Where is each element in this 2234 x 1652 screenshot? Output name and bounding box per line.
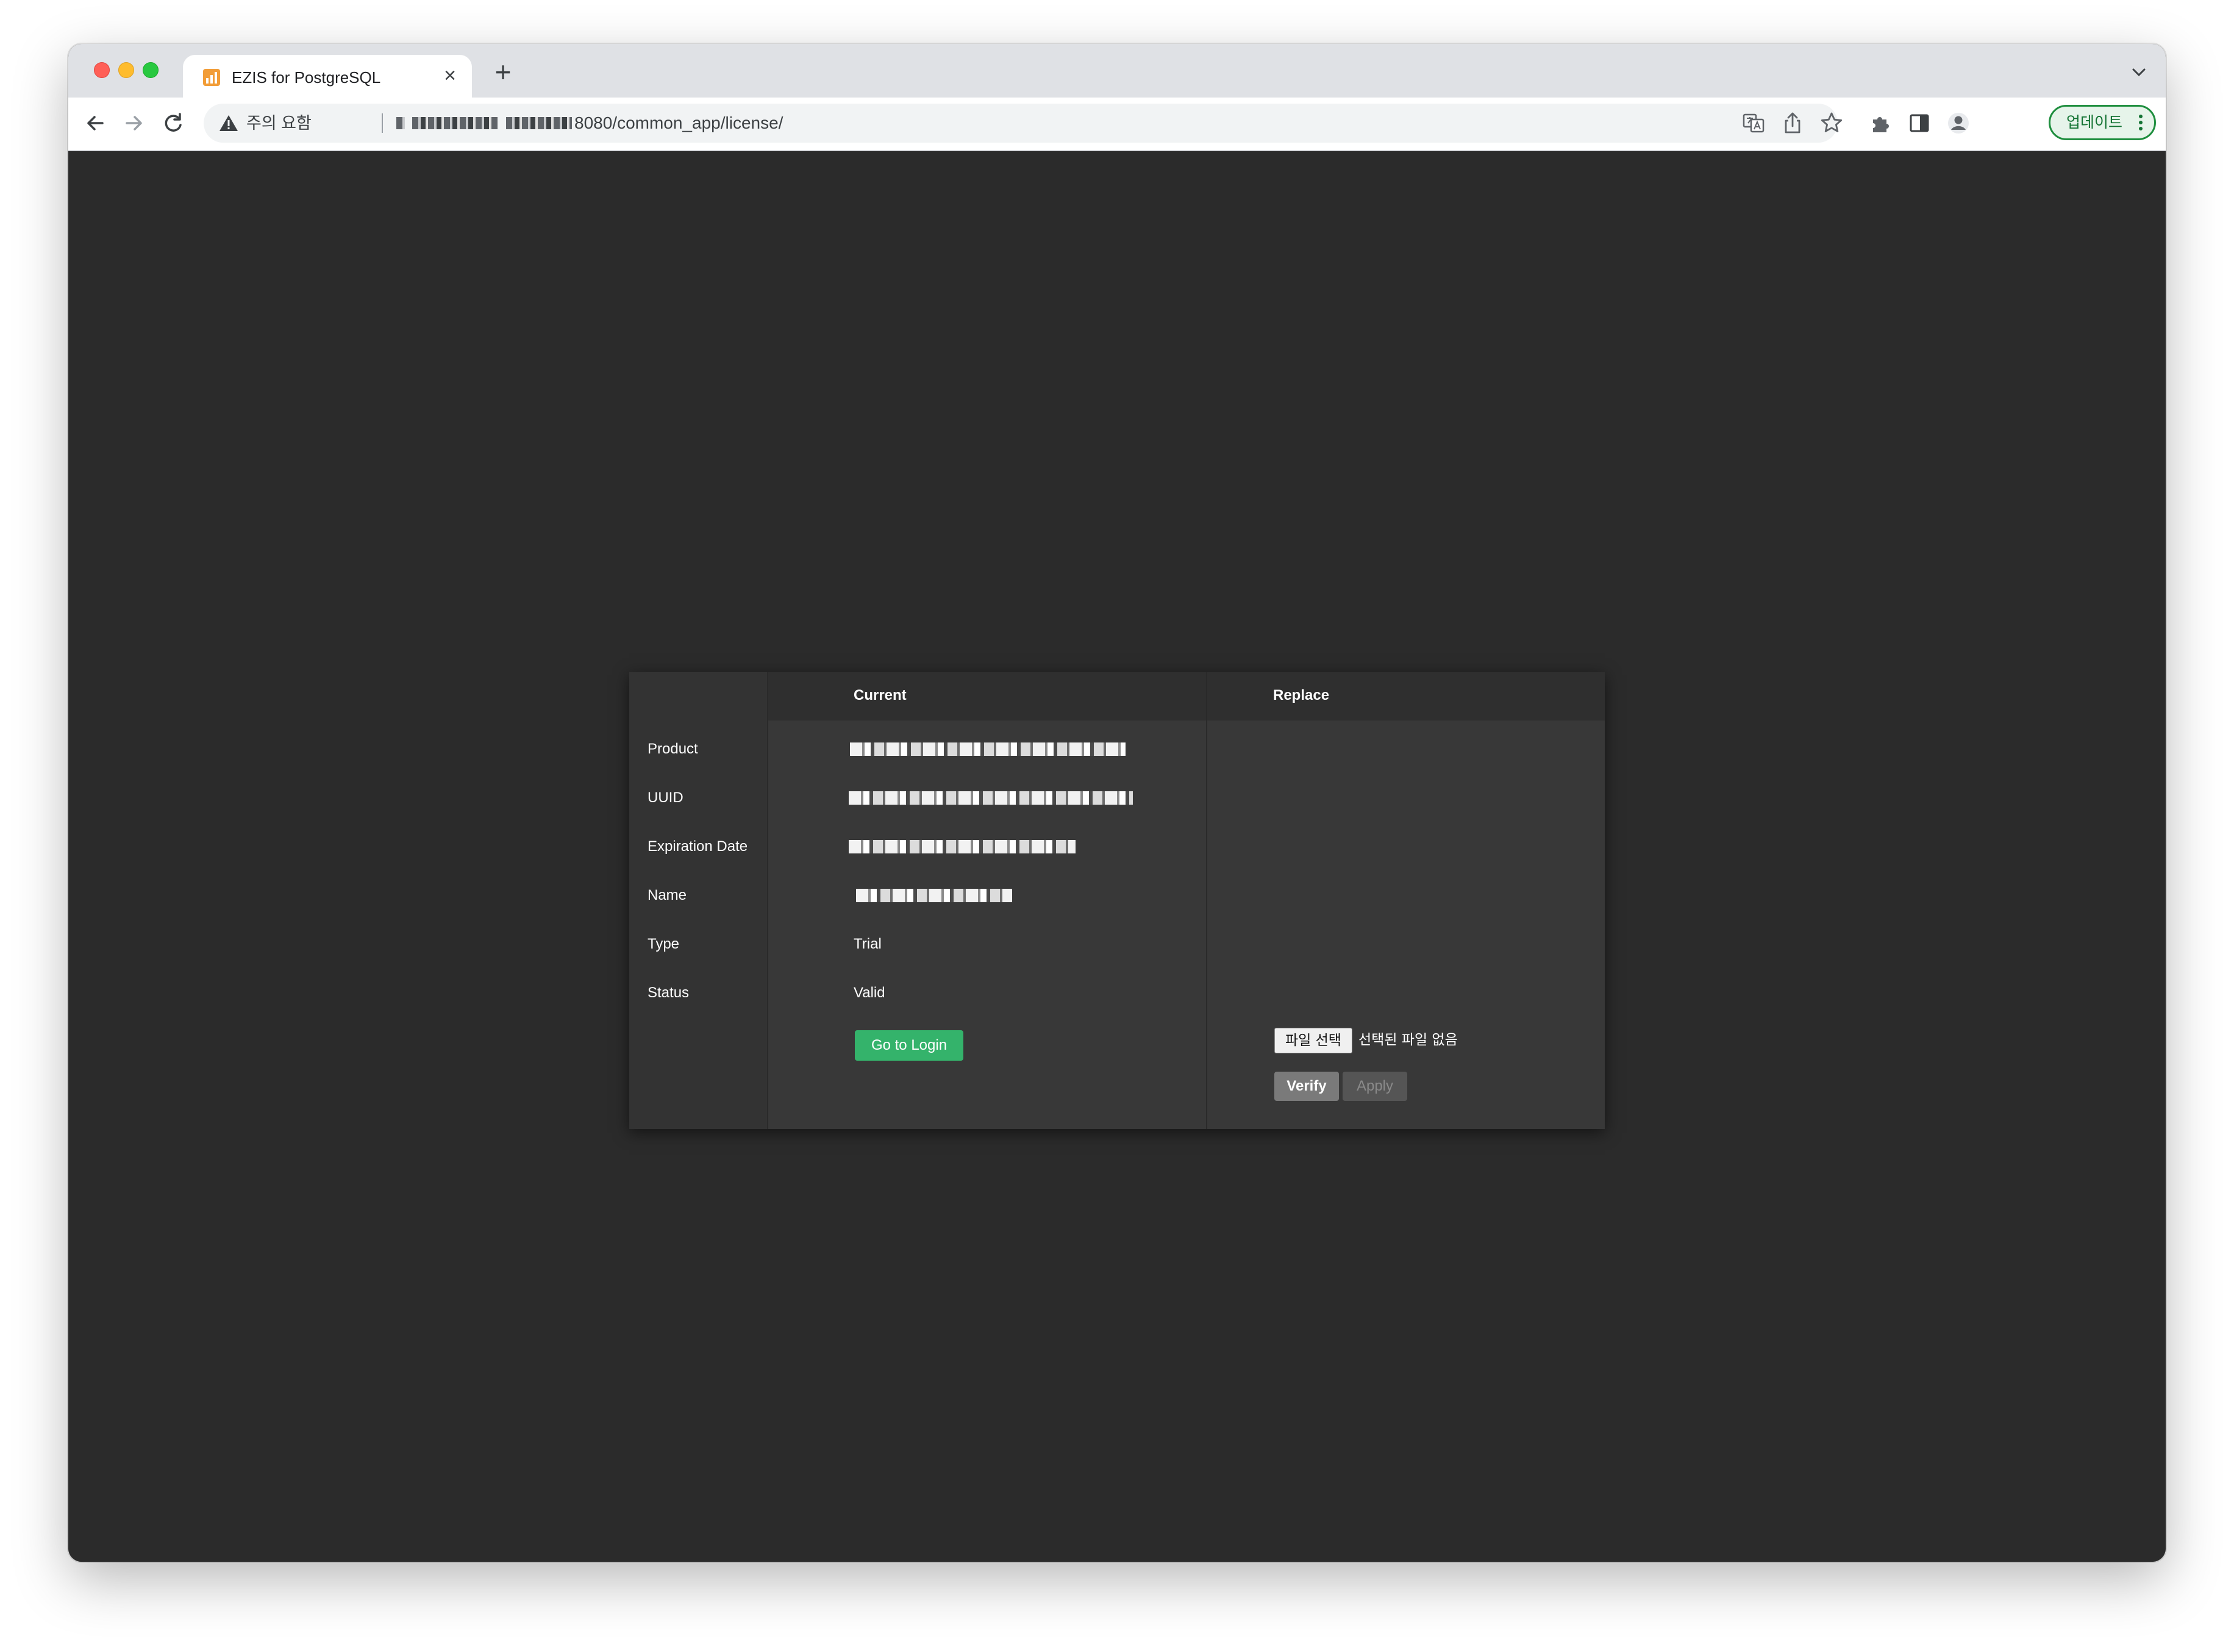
share-icon[interactable] bbox=[1780, 111, 1805, 135]
side-panel-icon[interactable] bbox=[1907, 111, 1932, 135]
header-current: Current bbox=[854, 687, 907, 703]
label-product: Product bbox=[648, 741, 698, 757]
close-window-button[interactable] bbox=[94, 62, 110, 78]
extensions-puzzle-icon[interactable] bbox=[1868, 111, 1893, 135]
bookmark-star-icon[interactable] bbox=[1819, 111, 1844, 135]
value-uuid-redacted bbox=[849, 791, 1133, 805]
url-path: 8080/common_app/license/ bbox=[574, 113, 783, 132]
label-expiration-date: Expiration Date bbox=[648, 838, 748, 855]
label-type: Type bbox=[648, 936, 680, 952]
browser-toolbar: 주의 요함 8080/common_app/license/ 업데이트 bbox=[68, 98, 2166, 151]
new-tab-button[interactable]: + bbox=[489, 58, 517, 87]
value-type: Trial bbox=[854, 936, 882, 952]
kebab-menu-icon bbox=[2139, 115, 2143, 130]
omnibox-divider bbox=[382, 113, 383, 133]
license-table-header bbox=[629, 672, 1605, 721]
value-status: Valid bbox=[854, 984, 885, 1001]
profile-avatar-icon[interactable] bbox=[1946, 111, 1971, 135]
go-to-login-button[interactable]: Go to Login bbox=[855, 1030, 963, 1061]
apply-button[interactable]: Apply bbox=[1343, 1072, 1407, 1101]
verify-button[interactable]: Verify bbox=[1274, 1072, 1339, 1101]
value-name-redacted bbox=[856, 889, 1012, 902]
tab-search-chevron-icon[interactable] bbox=[2127, 60, 2151, 84]
warning-triangle-icon bbox=[219, 115, 238, 131]
tab-close-icon[interactable]: × bbox=[439, 65, 461, 87]
reload-icon[interactable] bbox=[160, 110, 187, 137]
value-product-redacted bbox=[850, 742, 1126, 756]
address-bar[interactable]: 주의 요함 8080/common_app/license/ bbox=[204, 104, 1838, 143]
security-warning-label[interactable]: 주의 요함 bbox=[246, 112, 312, 134]
forward-arrow-icon[interactable] bbox=[121, 110, 148, 137]
page-viewport: Current Replace Product UUID Expiration … bbox=[68, 151, 2166, 1562]
redacted-host bbox=[506, 117, 572, 129]
back-arrow-icon[interactable] bbox=[82, 110, 109, 137]
label-status: Status bbox=[648, 984, 690, 1001]
redacted-host bbox=[396, 117, 405, 129]
header-replace: Replace bbox=[1273, 687, 1330, 703]
update-label: 업데이트 bbox=[2066, 114, 2123, 131]
no-file-selected-label: 선택된 파일 없음 bbox=[1358, 1032, 1458, 1048]
label-name: Name bbox=[648, 887, 687, 903]
value-expiration-date-redacted bbox=[849, 840, 1076, 853]
choose-file-button[interactable]: 파일 선택 bbox=[1274, 1028, 1352, 1053]
column-divider bbox=[1206, 672, 1207, 1129]
minimize-window-button[interactable] bbox=[118, 62, 134, 78]
translate-icon[interactable] bbox=[1741, 111, 1766, 135]
browser-tab[interactable]: EZIS for PostgreSQL × bbox=[183, 55, 472, 98]
zoom-window-button[interactable] bbox=[143, 62, 159, 78]
browser-window: EZIS for PostgreSQL × + 주의 요함 8080/commo… bbox=[68, 44, 2166, 1562]
redacted-host bbox=[412, 117, 498, 129]
license-panel: Current Replace Product UUID Expiration … bbox=[629, 672, 1605, 1129]
label-uuid: UUID bbox=[648, 789, 683, 806]
browser-update-button[interactable]: 업데이트 bbox=[2049, 105, 2156, 140]
ezis-favicon-icon bbox=[203, 69, 220, 86]
tab-strip: EZIS for PostgreSQL × + bbox=[68, 44, 2166, 98]
tab-title: EZIS for PostgreSQL bbox=[232, 68, 381, 87]
